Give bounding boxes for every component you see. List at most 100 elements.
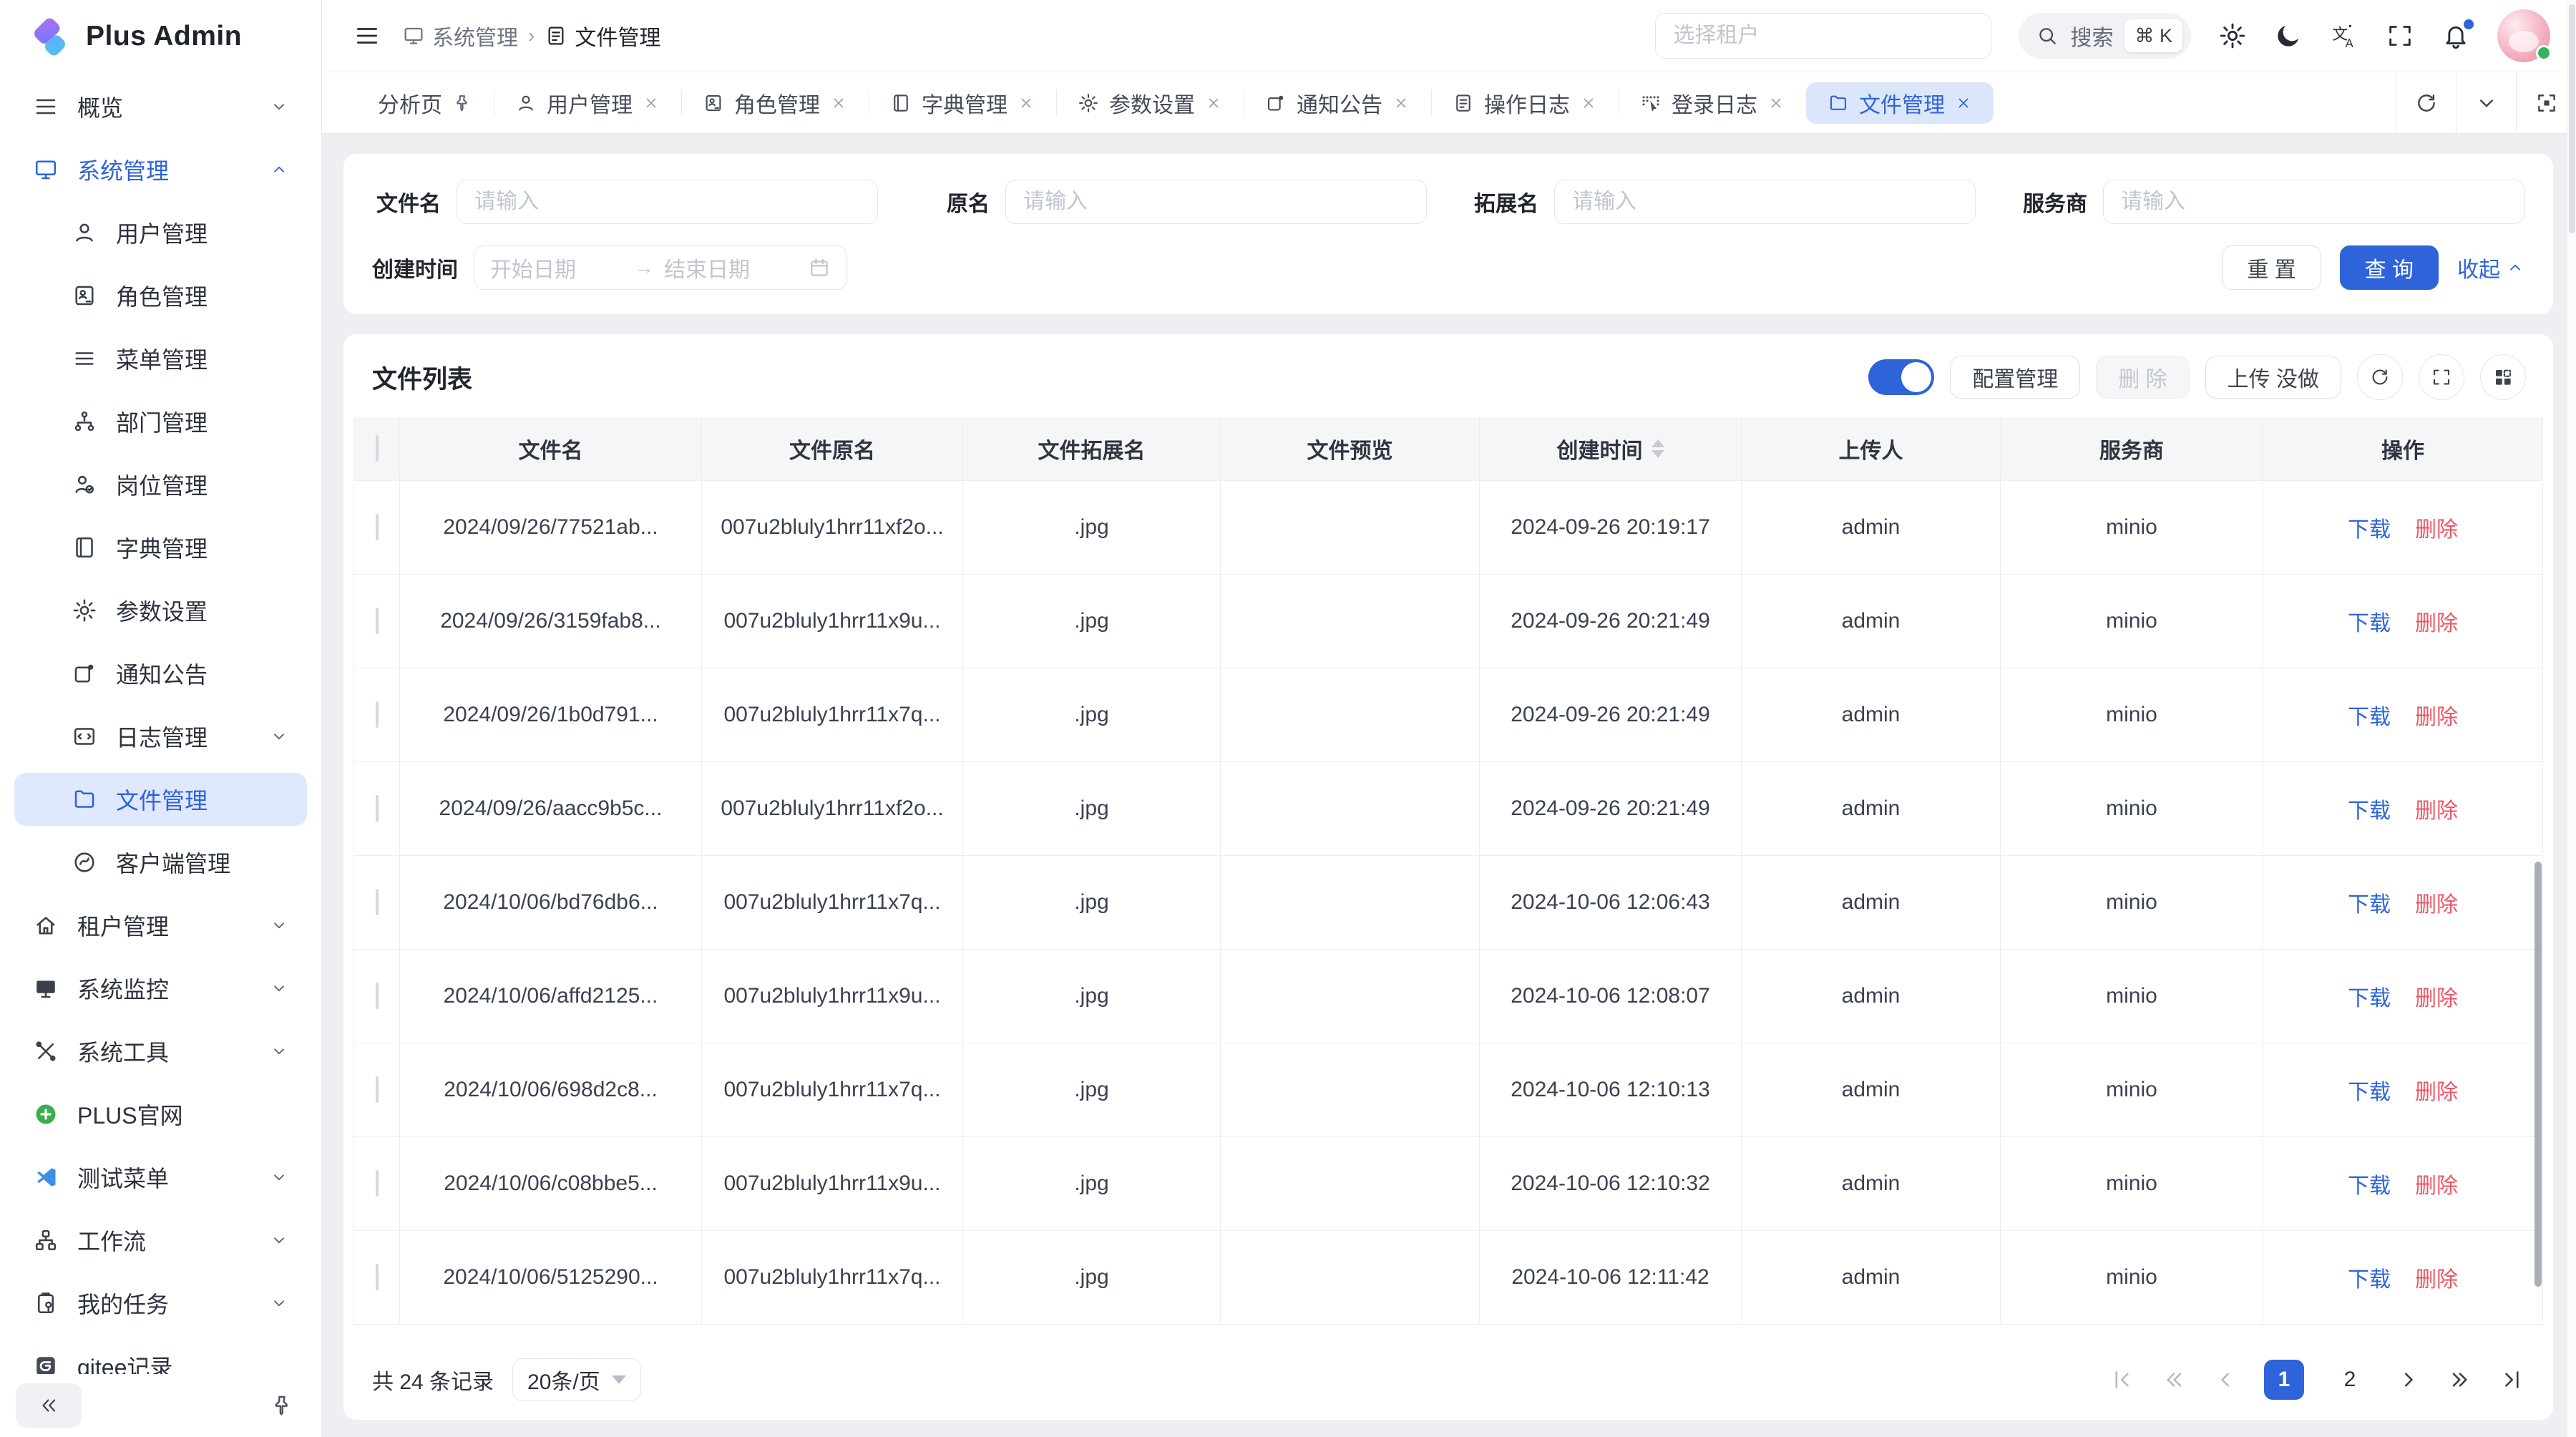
- upload-button[interactable]: 上传 没做: [2205, 356, 2341, 399]
- search-button[interactable]: 查 询: [2340, 245, 2439, 290]
- sort-icon[interactable]: [1652, 439, 1664, 458]
- settings-button[interactable]: [2218, 21, 2247, 50]
- row-checkbox[interactable]: [376, 983, 379, 1009]
- close-icon[interactable]: [1955, 94, 1972, 112]
- delete-link[interactable]: 删除: [2415, 1174, 2458, 1198]
- download-link[interactable]: 下载: [2348, 706, 2391, 729]
- config-management-button[interactable]: 配置管理: [1950, 356, 2080, 399]
- delete-link[interactable]: 删除: [2415, 799, 2458, 823]
- row-checkbox[interactable]: [376, 608, 379, 634]
- last-page-button[interactable]: [2499, 1367, 2524, 1393]
- sidebar-item-workflow[interactable]: 工作流: [14, 1214, 307, 1267]
- dark-mode-button[interactable]: [2274, 21, 2303, 50]
- page-size-select[interactable]: 20条/页: [512, 1358, 641, 1401]
- close-icon[interactable]: [1767, 94, 1785, 112]
- download-link[interactable]: 下载: [2348, 893, 2391, 917]
- close-icon[interactable]: [1392, 94, 1410, 112]
- page-1-button[interactable]: 1: [2264, 1360, 2304, 1400]
- row-checkbox[interactable]: [376, 1170, 379, 1197]
- sidebar-item-system-management[interactable]: 系统管理: [14, 143, 307, 196]
- tab-operation-log[interactable]: 操作日志: [1431, 82, 1619, 124]
- next-10-button[interactable]: [2447, 1367, 2473, 1393]
- row-checkbox[interactable]: [376, 514, 379, 540]
- tab-menu-button[interactable]: [2456, 72, 2516, 133]
- sidebar-item-client-management[interactable]: 客户端管理: [14, 836, 307, 889]
- close-icon[interactable]: [1580, 94, 1597, 112]
- sidebar-item-system-monitor[interactable]: 系统监控: [14, 962, 307, 1015]
- tab-file-management[interactable]: 文件管理: [1806, 82, 1994, 124]
- next-page-button[interactable]: [2396, 1367, 2421, 1393]
- originalname-input[interactable]: [1005, 180, 1427, 224]
- sidebar-item-department-management[interactable]: 部门管理: [14, 395, 307, 448]
- delete-link[interactable]: 删除: [2415, 518, 2458, 542]
- sidebar-item-log-management[interactable]: 日志管理: [14, 710, 307, 763]
- date-range-picker[interactable]: 开始日期 → 结束日期: [474, 245, 847, 290]
- delete-link[interactable]: 删除: [2415, 987, 2458, 1010]
- prev-10-button[interactable]: [2161, 1367, 2187, 1393]
- sidebar-item-tenant-management[interactable]: 租户管理: [14, 899, 307, 952]
- download-link[interactable]: 下载: [2348, 1268, 2391, 1292]
- page-2-button[interactable]: 2: [2330, 1360, 2370, 1400]
- refresh-table-button[interactable]: [2357, 354, 2403, 400]
- select-all-checkbox[interactable]: [376, 435, 379, 462]
- tab-param-settings[interactable]: 参数设置: [1056, 82, 1244, 124]
- collapse-filter-link[interactable]: 收起: [2457, 252, 2524, 283]
- close-icon[interactable]: [1018, 94, 1035, 112]
- tenant-select-input[interactable]: [1655, 13, 1991, 59]
- extension-input[interactable]: [1554, 180, 1976, 224]
- tab-dict-management[interactable]: 字典管理: [869, 82, 1056, 124]
- download-link[interactable]: 下载: [2348, 612, 2391, 635]
- row-checkbox[interactable]: [376, 795, 379, 822]
- close-icon[interactable]: [643, 94, 660, 112]
- sidebar-item-post-management[interactable]: 岗位管理: [14, 458, 307, 511]
- sidebar-item-plus-website[interactable]: PLUS官网: [14, 1088, 307, 1141]
- stripe-toggle[interactable]: [1868, 359, 1934, 395]
- col-createtime[interactable]: 创建时间: [1480, 417, 1742, 480]
- provider-input[interactable]: [2103, 180, 2524, 224]
- sidebar-item-menu-management[interactable]: 菜单管理: [14, 332, 307, 385]
- row-checkbox[interactable]: [376, 701, 379, 728]
- column-settings-button[interactable]: [2480, 354, 2526, 400]
- row-checkbox[interactable]: [376, 1076, 379, 1103]
- notifications-button[interactable]: [2441, 21, 2470, 50]
- row-checkbox[interactable]: [376, 889, 379, 915]
- sidebar-item-gitee-log[interactable]: gitee记录: [14, 1340, 307, 1374]
- tab-refresh-button[interactable]: [2396, 72, 2456, 133]
- download-link[interactable]: 下载: [2348, 799, 2391, 823]
- fullscreen-button[interactable]: [2386, 21, 2414, 50]
- sidebar-item-system-tools[interactable]: 系统工具: [14, 1025, 307, 1078]
- sidebar-toggle-button[interactable]: [353, 22, 381, 49]
- sidebar-collapse-button[interactable]: [16, 1383, 82, 1428]
- sidebar-item-overview[interactable]: 概览: [14, 80, 307, 133]
- tab-role-management[interactable]: 角色管理: [681, 82, 869, 124]
- pin-icon[interactable]: [452, 93, 472, 113]
- sidebar-pin-button[interactable]: [258, 1383, 306, 1428]
- breadcrumb-item-system[interactable]: 系统管理: [402, 20, 518, 52]
- sidebar-item-notice[interactable]: 通知公告: [14, 647, 307, 700]
- sidebar-item-user-management[interactable]: 用户管理: [14, 206, 307, 259]
- row-checkbox[interactable]: [376, 1264, 379, 1290]
- delete-button[interactable]: 删 除: [2096, 356, 2189, 399]
- table-scrollbar[interactable]: [2534, 862, 2542, 1287]
- close-icon[interactable]: [1205, 94, 1222, 112]
- delete-link[interactable]: 删除: [2415, 1081, 2458, 1104]
- prev-page-button[interactable]: [2212, 1367, 2238, 1393]
- page-scrollbar[interactable]: [2567, 0, 2576, 1437]
- download-link[interactable]: 下载: [2348, 987, 2391, 1010]
- global-search-button[interactable]: 搜索 ⌘ K: [2019, 13, 2191, 59]
- sidebar-item-file-management[interactable]: 文件管理: [14, 773, 307, 826]
- delete-link[interactable]: 删除: [2415, 612, 2458, 635]
- close-icon[interactable]: [830, 94, 847, 112]
- tab-analysis[interactable]: 分析页: [356, 82, 494, 124]
- tab-notice[interactable]: 通知公告: [1244, 82, 1431, 124]
- language-button[interactable]: 文A: [2330, 21, 2358, 50]
- tab-login-log[interactable]: 登录日志: [1619, 82, 1806, 124]
- sidebar-item-role-management[interactable]: 角色管理: [14, 269, 307, 322]
- download-link[interactable]: 下载: [2348, 1081, 2391, 1104]
- first-page-button[interactable]: [2109, 1367, 2135, 1393]
- download-link[interactable]: 下载: [2348, 518, 2391, 542]
- sidebar-item-test-menu[interactable]: 测试菜单: [14, 1151, 307, 1204]
- user-avatar[interactable]: [2497, 9, 2550, 62]
- delete-link[interactable]: 删除: [2415, 893, 2458, 917]
- tab-user-management[interactable]: 用户管理: [494, 82, 681, 124]
